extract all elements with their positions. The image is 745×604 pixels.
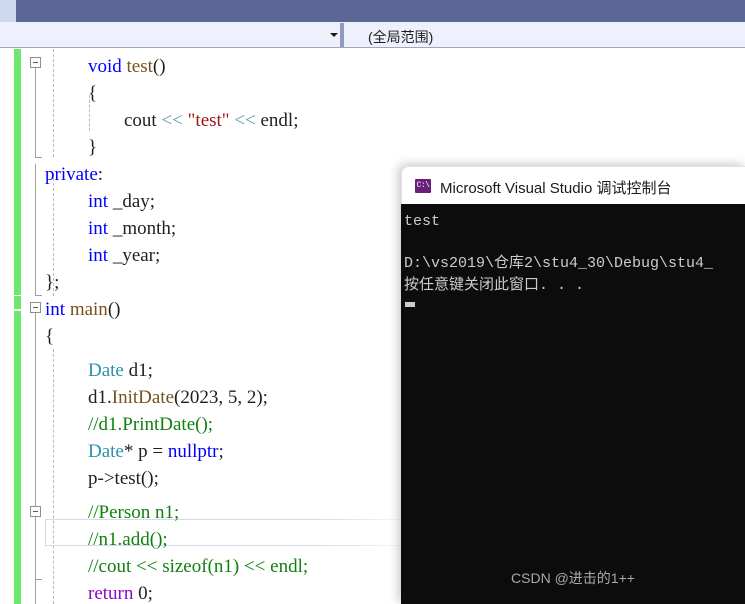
class-name-date: Date [88, 441, 124, 462]
method-name-test: test [126, 56, 153, 77]
code-line[interactable]: //Person n1; [88, 499, 179, 526]
code-line[interactable]: Date d1; [88, 357, 153, 384]
console-output-area[interactable]: test D:\vs2019\仓库2\stu4_30\Debug\stu4_ 按… [401, 204, 745, 604]
console-app-icon: C:\ [415, 179, 431, 193]
code-line[interactable]: { [88, 80, 97, 107]
identifier-cout: cout [124, 110, 157, 131]
keyword-int: int [88, 191, 109, 212]
code-line[interactable]: return 0; [88, 580, 153, 604]
code-line[interactable]: { [45, 323, 54, 350]
code-line[interactable]: Date* p = nullptr; [88, 438, 224, 465]
keyword-return: return [88, 583, 134, 604]
code-line-current[interactable]: p->test(); [88, 465, 159, 492]
return-value: 0; [133, 583, 153, 604]
code-line[interactable]: //d1.PrintDate(); [88, 411, 213, 438]
console-title-bar[interactable]: C:\ Microsoft Visual Studio 调试控制台 [401, 166, 745, 204]
class-name-date: Date [88, 360, 124, 381]
keyword-int: int [88, 218, 109, 239]
function-name-main: main [69, 299, 108, 320]
parens: () [152, 56, 166, 77]
class-close: }; [45, 272, 60, 293]
code-line[interactable]: cout << "test" << endl; [124, 107, 299, 134]
csdn-watermark: CSDN @进击的1++ [511, 570, 635, 586]
code-line[interactable]: //n1.add(); [88, 526, 168, 553]
code-line[interactable]: int _day; [88, 188, 155, 215]
chevron-down-icon[interactable] [330, 33, 338, 37]
scope-dropdown-label: (全局范围) [368, 29, 434, 45]
comment-sizeof: //cout << sizeof(n1) << endl; [88, 556, 309, 577]
vs-title-bar [0, 0, 745, 22]
colon: : [97, 164, 104, 185]
console-output-line: D:\vs2019\仓库2\stu4_30\Debug\stu4_ [404, 255, 714, 272]
pointer-decl: * p = [123, 441, 168, 462]
comment-person: //Person n1; [88, 502, 180, 523]
code-line[interactable]: int _month; [88, 215, 176, 242]
statement-p-test-call: p->test(); [88, 468, 159, 489]
close-brace: } [88, 137, 98, 158]
member-month: _month; [112, 218, 177, 239]
keyword-private: private [45, 164, 98, 185]
string-literal: "test" [187, 110, 230, 131]
code-line[interactable]: int main() [45, 296, 120, 323]
shift-operator: << [161, 110, 183, 131]
member-dropdown[interactable] [0, 23, 339, 47]
call-arguments: (2023, 5, 2); [174, 387, 268, 408]
code-line[interactable]: private: [45, 161, 103, 188]
parens: () [107, 299, 121, 320]
code-line[interactable]: //cout << sizeof(n1) << endl; [88, 553, 308, 580]
keyword-nullptr: nullptr [167, 441, 219, 462]
shift-operator: << [234, 110, 256, 131]
comment-n1-add: //n1.add(); [88, 529, 168, 550]
code-line[interactable]: void test() [88, 53, 166, 80]
comment-printdate: //d1.PrintDate(); [88, 414, 214, 435]
keyword-int: int [88, 245, 109, 266]
console-output-line: test [404, 213, 441, 230]
method-initdate: InitDate [111, 387, 175, 408]
open-brace: { [88, 83, 98, 104]
console-cursor [405, 302, 415, 307]
debug-console-window[interactable]: C:\ Microsoft Visual Studio 调试控制台 test D… [401, 166, 745, 604]
code-line[interactable]: } [88, 134, 97, 161]
code-line[interactable]: int _year; [88, 242, 160, 269]
semicolon: ; [218, 441, 224, 462]
code-line[interactable]: d1.InitDate(2023, 5, 2); [88, 384, 268, 411]
object-d1: d1. [88, 387, 112, 408]
identifier-endl: endl; [260, 110, 299, 131]
open-brace: { [45, 326, 55, 347]
keyword-void: void [88, 56, 122, 77]
console-output-line: 按任意键关闭此窗口. . . [404, 277, 585, 294]
console-window-title: Microsoft Visual Studio 调试控制台 [440, 180, 672, 197]
keyword-int: int [45, 299, 66, 320]
code-line[interactable]: }; [45, 269, 59, 296]
variable-d1: d1; [128, 360, 153, 381]
member-day: _day; [112, 191, 156, 212]
vs-title-bar-left-pad [0, 0, 16, 22]
member-year: _year; [112, 245, 161, 266]
